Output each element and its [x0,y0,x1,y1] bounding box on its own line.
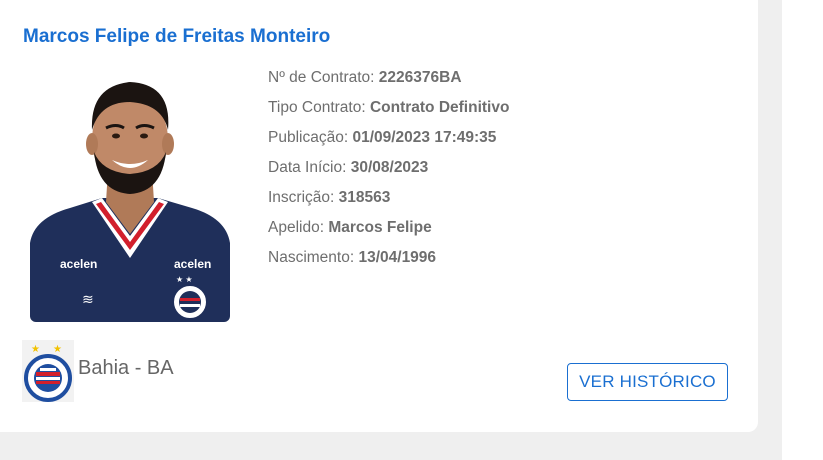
player-photo: acelen acelen ★ ★ ≋ [30,68,230,322]
player-portrait-icon: acelen acelen ★ ★ ≋ [30,82,230,322]
svg-text:★: ★ [31,344,40,355]
svg-text:★: ★ [53,344,62,355]
player-card: Marcos Felipe de Freitas Monteiro acelen… [0,0,758,432]
detail-registration: Inscrição: 318563 [268,189,391,206]
contract-details: Nº de Contrato: 2226376BA Tipo Contrato:… [268,68,509,278]
jersey-sponsor-right: acelen [174,257,211,271]
detail-publication: Publicação: 01/09/2023 17:49:35 [268,129,497,146]
detail-nickname: Apelido: Marcos Felipe [268,219,432,236]
view-history-button[interactable]: VER HISTÓRICO [567,363,728,401]
jersey-sponsor-left: acelen [60,257,97,271]
detail-contract-number: Nº de Contrato: 2226376BA [268,69,462,86]
detail-birth-date: Nascimento: 13/04/1996 [268,249,437,266]
svg-text:★ ★: ★ ★ [176,275,193,284]
detail-start-date: Data Início: 30/08/2023 [268,159,429,176]
side-panel [782,0,823,460]
detail-contract-type: Tipo Contrato: Contrato Definitivo [268,99,510,116]
bahia-crest-icon: ★ ★ [22,340,74,402]
svg-text:≋: ≋ [82,291,94,307]
club-name: Bahia - BA [78,357,174,379]
club-info: ★ ★ Bahia - BA [22,340,174,402]
player-name: Marcos Felipe de Freitas Monteiro [23,26,331,47]
